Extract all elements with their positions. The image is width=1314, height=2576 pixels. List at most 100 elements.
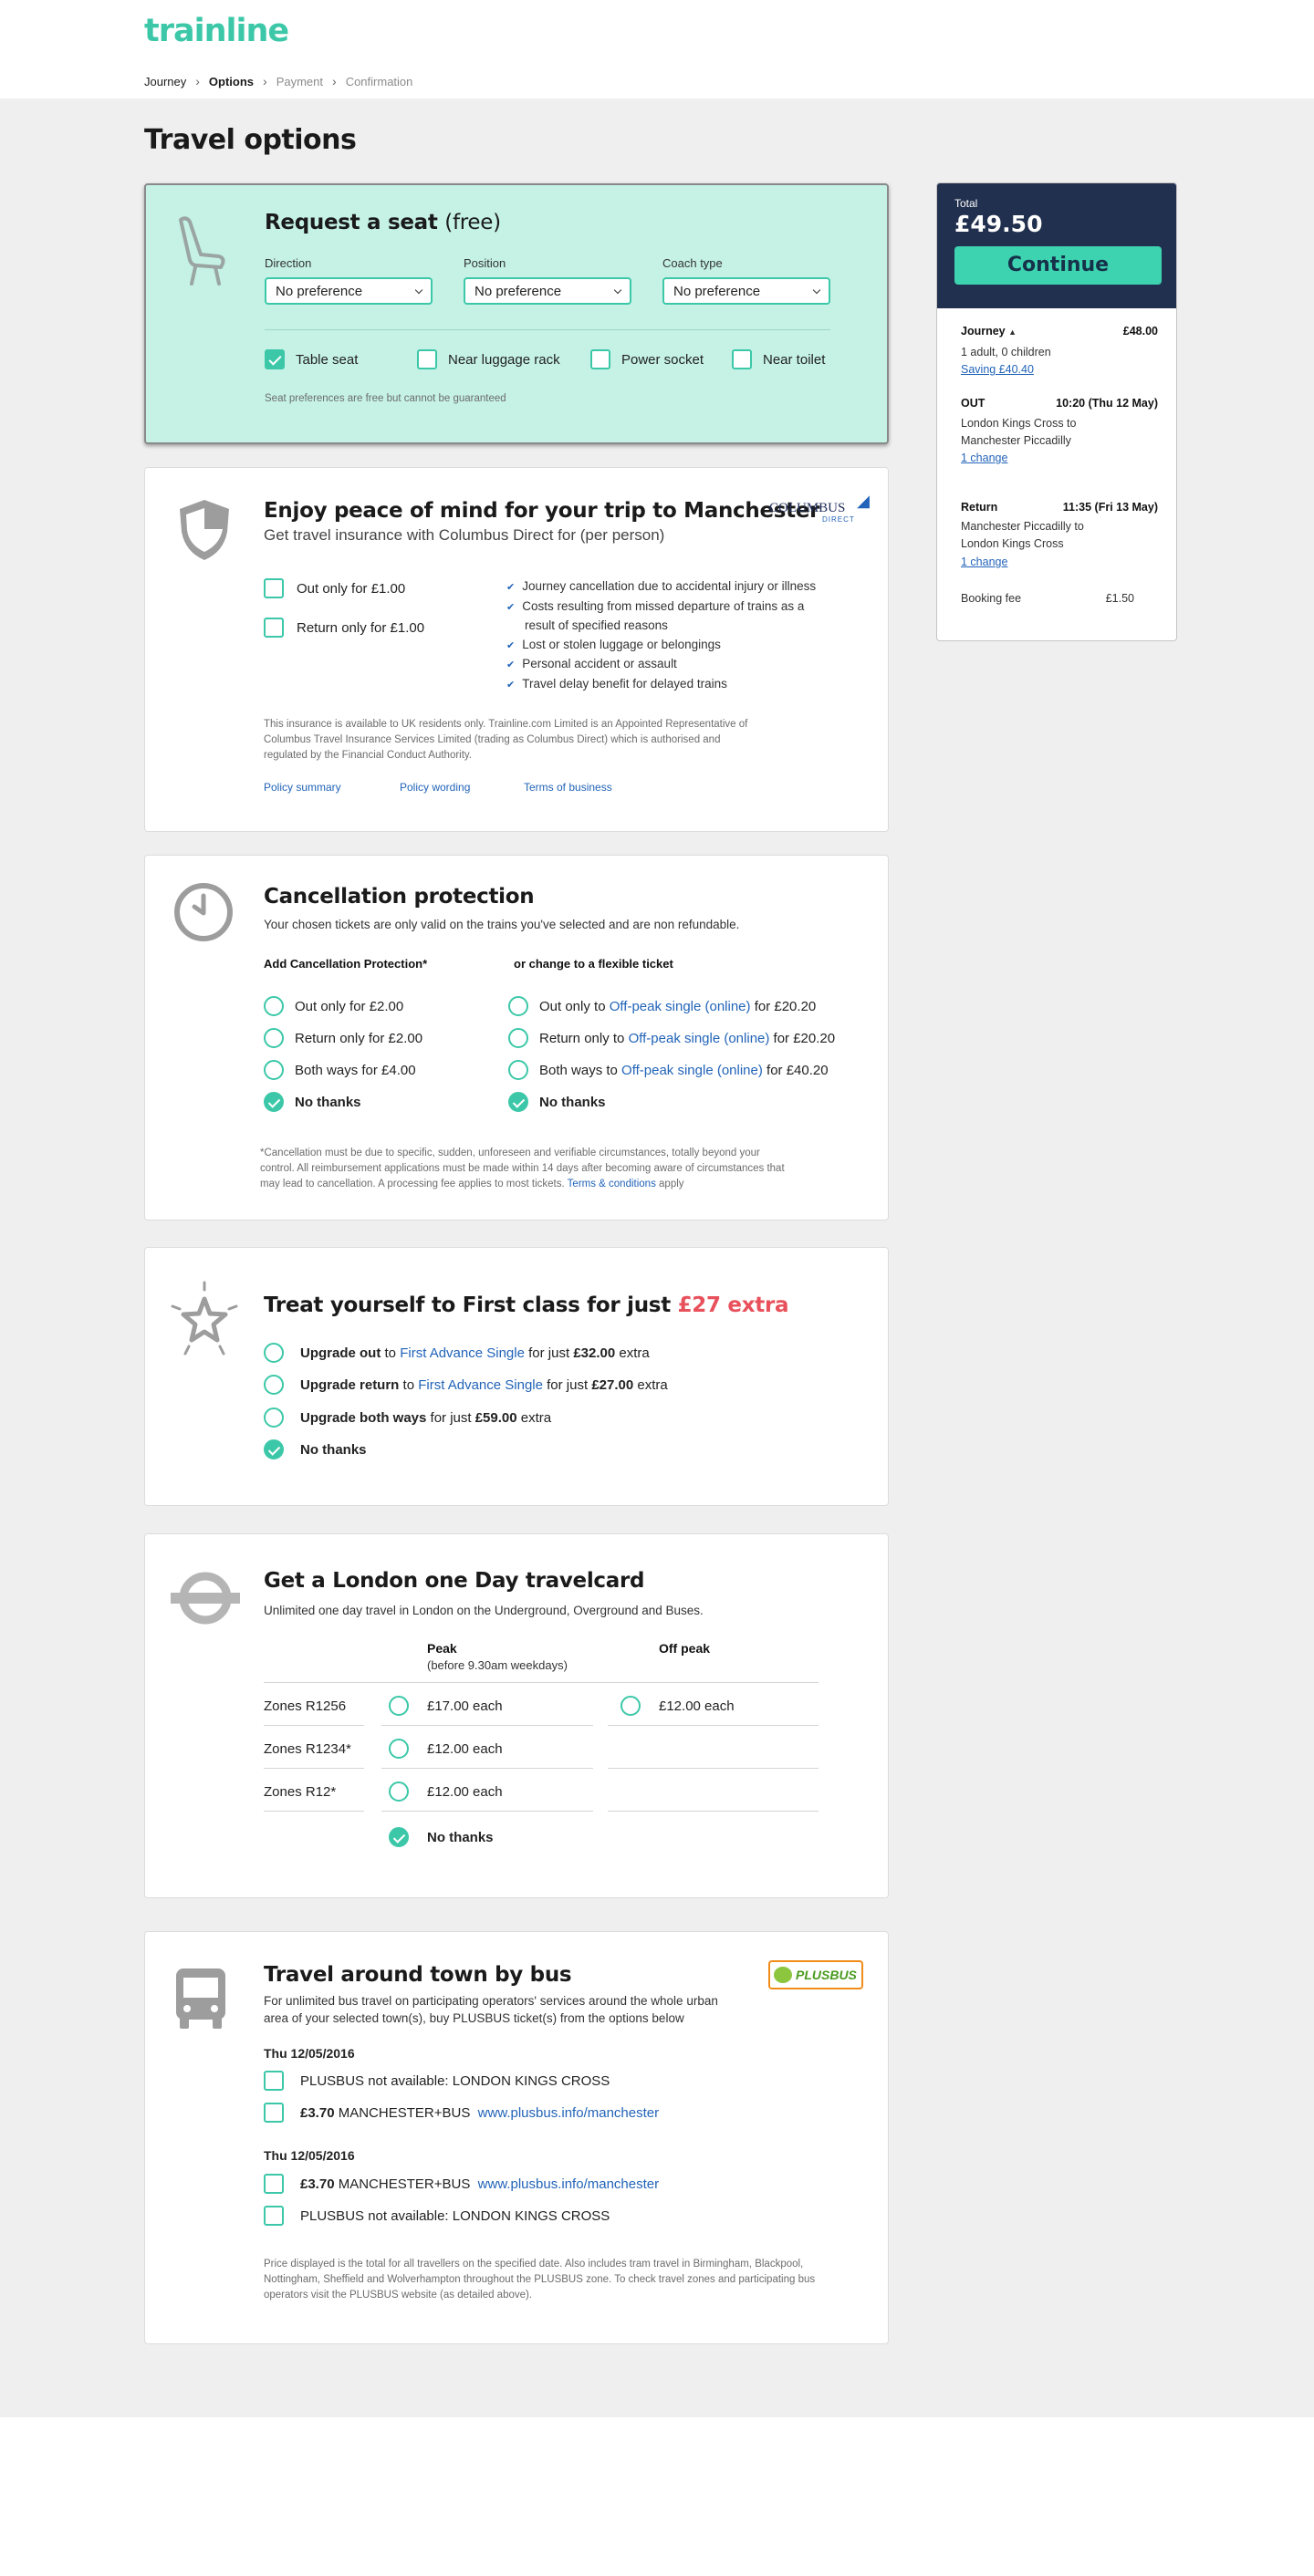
flex-no-thanks-radio[interactable] (508, 1092, 528, 1112)
peak-price: £12.00 each (427, 1784, 503, 1800)
cancel-out-radio[interactable] (264, 996, 284, 1016)
flex-out-label: Out only to Off-peak single (online) for… (539, 999, 817, 1014)
saving-row: Saving £40.40 (961, 361, 1158, 379)
peak-zone-r1234-radio[interactable] (389, 1739, 409, 1759)
passengers: 1 adult, 0 children (961, 346, 1051, 358)
plusbus-london-return-checkbox[interactable] (264, 2206, 284, 2226)
bus-icon (176, 1968, 225, 2029)
plusbus-manchester-link[interactable]: www.plusbus.info/manchester (478, 2176, 659, 2192)
near-toilet-checkbox[interactable] (732, 349, 752, 369)
policy-wording-link[interactable]: Policy wording (400, 781, 470, 794)
cancel-return-radio[interactable] (264, 1028, 284, 1048)
plusbus-date: Thu 12/05/2016 (264, 2046, 355, 2061)
power-socket-checkbox[interactable] (590, 349, 610, 369)
table-seat-checkbox[interactable] (265, 349, 285, 369)
offpeak-zone-r1256-radio[interactable] (620, 1696, 641, 1716)
travelcard-subtitle: Unlimited one day travel in London on th… (264, 1604, 704, 1617)
travelcard-no-thanks-radio[interactable] (389, 1827, 409, 1847)
flex-no-thanks-label: No thanks (539, 1095, 606, 1110)
off-peak-single-link[interactable]: Off-peak single (online) (621, 1063, 763, 1078)
coach-type-select[interactable]: No preference (662, 277, 830, 305)
underground-roundel-icon (171, 1572, 240, 1625)
insurance-out-label: Out only for £1.00 (297, 581, 406, 597)
peak-zone-r1256-radio[interactable] (389, 1696, 409, 1716)
insurance-card: Enjoy peace of mind for your trip to Man… (144, 467, 889, 832)
insurance-legal: This insurance is available to UK reside… (264, 719, 748, 761)
first-advance-single-link[interactable]: First Advance Single (418, 1377, 543, 1393)
near-toilet-label: Near toilet (763, 352, 826, 368)
chevron-right-icon: › (332, 74, 337, 88)
cancel-no-thanks-radio[interactable] (264, 1092, 284, 1112)
upgrade-both-radio[interactable] (264, 1407, 284, 1428)
first-no-thanks-label: No thanks (300, 1442, 367, 1458)
off-peak-single-link[interactable]: Off-peak single (online) (610, 999, 751, 1014)
insurance-title: Enjoy peace of mind for your trip to Man… (264, 499, 820, 523)
saving-link[interactable]: Saving £40.40 (961, 363, 1034, 376)
benefit-item: ✔ Journey cancellation due to accidental … (506, 579, 817, 593)
plusbus-manchester-link[interactable]: www.plusbus.info/manchester (478, 2105, 659, 2121)
return-row: Return 11:35 (Fri 13 May) (961, 501, 1158, 514)
plusbus-manchester-label: £3.70 MANCHESTER+BUS www.plusbus.info/ma… (300, 2105, 660, 2121)
return-change-link[interactable]: 1 change (961, 556, 1007, 568)
footer (0, 2417, 1314, 2576)
off-peak-single-link[interactable]: Off-peak single (online) (629, 1031, 770, 1046)
first-class-card: Treat yourself to First class for just £… (144, 1247, 889, 1506)
power-socket-label: Power socket (621, 352, 704, 368)
upgrade-out-label: Upgrade out to First Advance Single for … (300, 1345, 650, 1361)
plusbus-manchester-return-checkbox[interactable] (264, 2174, 284, 2194)
policy-summary-link[interactable]: Policy summary (264, 781, 341, 794)
plusbus-logo: PLUSBUS (768, 1960, 863, 1989)
check-icon: ✔ (506, 582, 516, 593)
cancel-both-label: Both ways for £4.00 (295, 1063, 416, 1078)
terms-conditions-link[interactable]: Terms & conditions (568, 1179, 656, 1189)
out-route: London Kings Cross to Manchester Piccadil… (961, 417, 1077, 447)
plusbus-manchester-checkbox[interactable] (264, 2103, 284, 2123)
journey-toggle[interactable]: Journey (961, 325, 1006, 338)
plusbus-fine-print: Price displayed is the total for all tra… (264, 2259, 816, 2301)
flex-return-radio[interactable] (508, 1028, 528, 1048)
peak-zone-r12-radio[interactable] (389, 1781, 409, 1802)
flex-out-radio[interactable] (508, 996, 528, 1016)
insurance-out-checkbox[interactable] (264, 578, 284, 598)
crumb-journey[interactable]: Journey (144, 75, 186, 88)
seat-request-card: Request a seat (free) Direction Position… (144, 183, 889, 444)
summary-total-panel: Total £49.50 Continue (937, 183, 1176, 308)
total-label: Total (954, 197, 978, 210)
cancellation-card: Cancellation protection Your chosen tick… (144, 855, 889, 1220)
out-change-link[interactable]: 1 change (961, 452, 1007, 464)
trainline-logo[interactable]: trainline (144, 13, 289, 49)
flex-both-radio[interactable] (508, 1060, 528, 1080)
benefit-item: ✔ Lost or stolen luggage or belongings (506, 637, 721, 651)
plusbus-title: Travel around town by bus (264, 1963, 572, 1987)
check-icon: ✔ (506, 639, 516, 651)
first-advance-single-link[interactable]: First Advance Single (400, 1345, 525, 1361)
plusbus-roundel-icon (774, 1967, 792, 1983)
plusbus-london-checkbox[interactable] (264, 2071, 284, 2091)
direction-label: Direction (265, 256, 312, 270)
benefit-item: ✔ Personal accident or assault (506, 657, 677, 670)
upgrade-out-radio[interactable] (264, 1343, 284, 1363)
position-select[interactable]: No preference (464, 277, 631, 305)
clock-icon (174, 883, 233, 941)
travelcard-no-thanks-label: No thanks (427, 1830, 494, 1845)
travelcard-card: Get a London one Day travelcard Unlimite… (144, 1533, 889, 1898)
cancel-both-radio[interactable] (264, 1060, 284, 1080)
insurance-return-checkbox[interactable] (264, 618, 284, 638)
upgrade-return-radio[interactable] (264, 1375, 284, 1395)
first-no-thanks-radio[interactable] (264, 1439, 284, 1459)
position-label: Position (464, 256, 506, 270)
cancel-no-thanks-label: No thanks (295, 1095, 361, 1110)
zone-label: Zones R1256 (264, 1698, 347, 1714)
cancellation-subtitle: Your chosen tickets are only valid on th… (264, 918, 740, 931)
continue-button[interactable]: Continue (954, 246, 1162, 285)
cancellation-fine-print: *Cancellation must be due to specific, s… (260, 1148, 785, 1189)
plusbus-na-label: PLUSBUS not available: LONDON KINGS CROS… (300, 2208, 610, 2224)
cancel-out-label: Out only for £2.00 (295, 999, 404, 1014)
flex-return-label: Return only to Off-peak single (online) … (539, 1031, 836, 1046)
out-change-row: 1 change (961, 450, 1158, 467)
terms-of-business-link[interactable]: Terms of business (524, 781, 612, 794)
chevron-up-icon: ▲ (1008, 327, 1017, 337)
booking-fee-row: Booking fee £1.50 (961, 592, 1134, 605)
luggage-rack-checkbox[interactable] (417, 349, 437, 369)
direction-select[interactable]: No preference (265, 277, 433, 305)
